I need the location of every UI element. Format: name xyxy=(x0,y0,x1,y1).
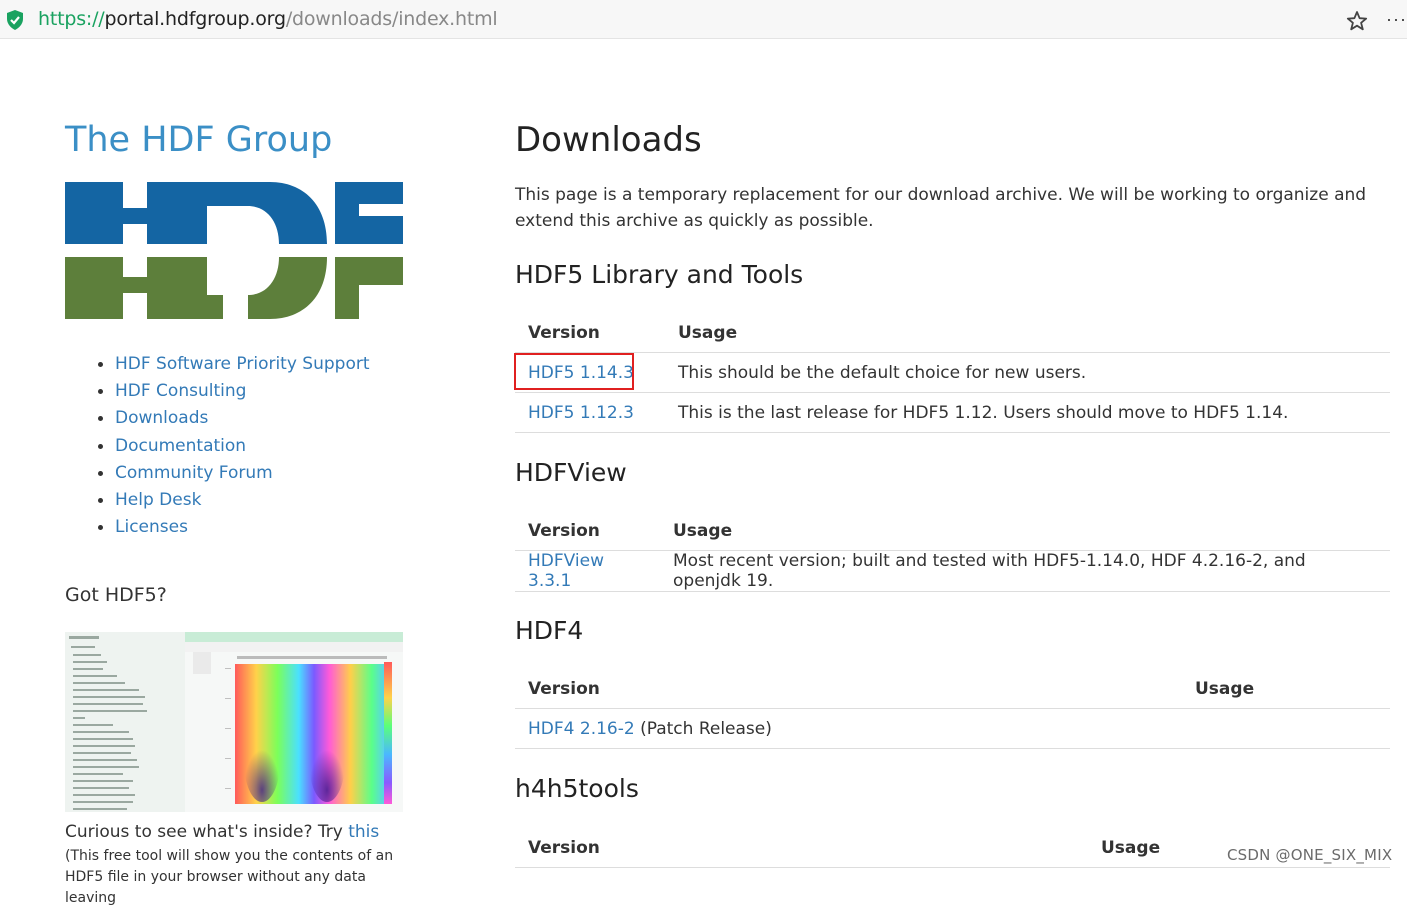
nav-link-help-desk[interactable]: Help Desk xyxy=(115,490,201,510)
hdf5-1-12-3-link[interactable]: HDF5 1.12.3 xyxy=(528,403,634,423)
version-cell: HDFView 3.3.1 xyxy=(515,550,660,592)
col-version-header: Version xyxy=(515,670,1182,709)
nav-item-documentation: Documentation xyxy=(115,432,370,459)
curious-prefix: Curious to see what's inside? Try xyxy=(65,822,349,842)
nav-item-priority-support: HDF Software Priority Support xyxy=(115,350,370,377)
nav-link-community-forum[interactable]: Community Forum xyxy=(115,463,273,483)
version-cell: HDF4 2.16-2 (Patch Release) xyxy=(515,708,1182,749)
col-version-header: Version xyxy=(515,512,660,551)
hdf5-table: Version Usage HDF5 1.14.3 This should be… xyxy=(515,314,1390,433)
section-heading-h4h5tools: h4h5tools xyxy=(515,774,639,803)
highlight-box xyxy=(514,353,634,390)
usage-cell: Most recent version; built and tested wi… xyxy=(660,550,1390,592)
try-this-link[interactable]: this xyxy=(348,822,379,842)
table-row: HDF5 1.14.3 This should be the default c… xyxy=(515,352,1390,393)
table-header-row: Version Usage xyxy=(515,314,1390,353)
page-title: Downloads xyxy=(515,120,702,160)
col-version-header: Version xyxy=(515,829,1088,868)
secure-shield-icon xyxy=(7,10,23,30)
section-heading-hdfview: HDFView xyxy=(515,458,627,487)
section-heading-hdf4: HDF4 xyxy=(515,616,584,645)
nav-item-consulting: HDF Consulting xyxy=(115,377,370,404)
usage-cell: This is the last release for HDF5 1.12. … xyxy=(665,392,1390,433)
more-menu-icon[interactable]: ··· xyxy=(1386,10,1407,28)
col-usage-header: Usage xyxy=(1182,670,1390,709)
curious-text: Curious to see what's inside? Try this xyxy=(65,820,379,844)
url-path: /downloads/index.html xyxy=(285,8,498,30)
section-heading-hdf5: HDF5 Library and Tools xyxy=(515,260,804,289)
nav-item-community-forum: Community Forum xyxy=(115,459,370,486)
col-usage-header: Usage xyxy=(660,512,1390,551)
bookmark-star-icon[interactable] xyxy=(1346,10,1368,32)
nav-link-consulting[interactable]: HDF Consulting xyxy=(115,381,246,401)
url-field[interactable]: https://portal.hdfgroup.org/downloads/in… xyxy=(38,8,498,30)
col-usage-header: Usage xyxy=(665,314,1390,353)
col-version-header: Version xyxy=(515,314,665,353)
nav-link-downloads[interactable]: Downloads xyxy=(115,408,208,428)
hdf4-table: Version Usage HDF4 2.16-2 (Patch Release… xyxy=(515,670,1390,749)
h5web-preview-image xyxy=(65,632,403,812)
table-row: HDF5 1.12.3 This is the last release for… xyxy=(515,392,1390,433)
got-hdf5-heading: Got HDF5? xyxy=(65,584,167,606)
nav-link-documentation[interactable]: Documentation xyxy=(115,436,246,456)
table-row: HDFView 3.3.1 Most recent version; built… xyxy=(515,550,1390,592)
url-host: portal.hdfgroup.org xyxy=(104,8,286,30)
usage-cell xyxy=(1182,708,1390,749)
table-header-row: Version Usage xyxy=(515,512,1390,551)
table-header-row: Version Usage xyxy=(515,670,1390,709)
nav-item-downloads: Downloads xyxy=(115,404,370,431)
version-cell: HDF5 1.12.3 xyxy=(515,392,665,433)
hdf4-2-16-2-link[interactable]: HDF4 2.16-2 xyxy=(528,719,635,739)
table-row: HDF4 2.16-2 (Patch Release) xyxy=(515,708,1390,749)
version-note: (Patch Release) xyxy=(634,718,772,739)
free-tool-note: (This free tool will show you the conten… xyxy=(65,848,394,906)
hdfview-table: Version Usage HDFView 3.3.1 Most recent … xyxy=(515,512,1390,592)
nav-link-licenses[interactable]: Licenses xyxy=(115,517,188,537)
hdfview-3-3-1-link[interactable]: HDFView 3.3.1 xyxy=(528,551,604,591)
sidebar-nav: HDF Software Priority Support HDF Consul… xyxy=(93,350,370,540)
nav-link-priority-support[interactable]: HDF Software Priority Support xyxy=(115,354,370,374)
watermark: CSDN @ONE_SIX_MIX xyxy=(1227,846,1393,864)
h5web-screenshot[interactable] xyxy=(65,632,403,812)
brand-title[interactable]: The HDF Group xyxy=(65,118,332,162)
browser-address-bar: https://portal.hdfgroup.org/downloads/in… xyxy=(0,0,1407,39)
intro-paragraph: This page is a temporary replacement for… xyxy=(515,185,1367,231)
nav-item-help-desk: Help Desk xyxy=(115,486,370,513)
nav-item-licenses: Licenses xyxy=(115,513,370,540)
hdf-logo xyxy=(65,182,403,319)
url-scheme: https:// xyxy=(38,8,105,30)
usage-cell: This should be the default choice for ne… xyxy=(665,352,1390,393)
